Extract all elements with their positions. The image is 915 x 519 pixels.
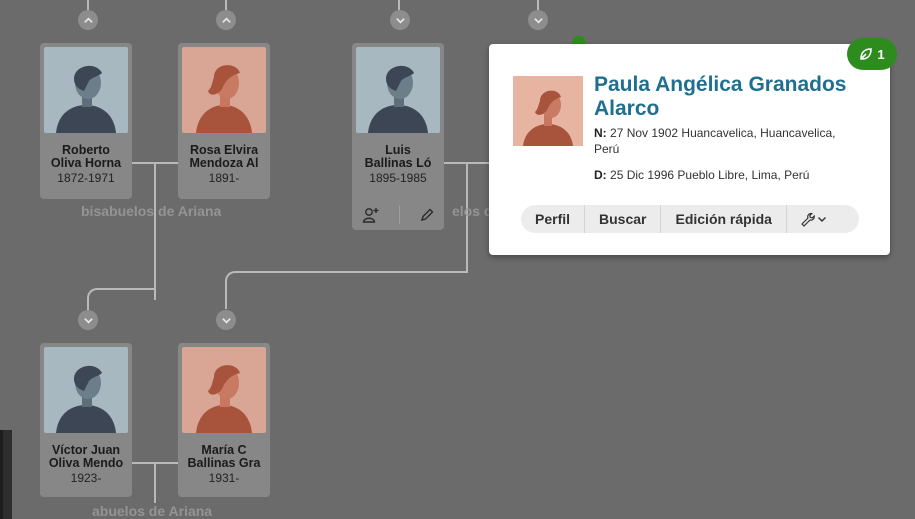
popup-person-name[interactable]: Paula Angélica Granados Alarco xyxy=(594,73,864,121)
hints-count: 1 xyxy=(877,46,885,62)
connector-curve-left-bottom xyxy=(87,288,156,310)
female-avatar-icon xyxy=(182,47,266,133)
chevron-up-icon xyxy=(221,16,231,23)
person-years: 1895-1985 xyxy=(369,171,427,185)
expand-ancestors-victor[interactable] xyxy=(78,310,98,330)
birth-value: 27 Nov 1902 Huancavelica, Huancavelica, … xyxy=(594,126,836,156)
popup-death: D: 25 Dic 1996 Pueblo Libre, Lima, Perú xyxy=(594,168,874,182)
person-name: Luis Ballinas Ló xyxy=(364,143,432,170)
action-divider xyxy=(398,206,400,224)
expand-ancestors-rosa[interactable] xyxy=(216,10,236,30)
person-popup: Paula Angélica Granados Alarco N: 27 Nov… xyxy=(489,44,890,255)
card-actions-luis xyxy=(352,200,444,230)
person-card-maria[interactable]: María C Ballinas Gra 1931- xyxy=(178,343,270,497)
connector-top-4 xyxy=(537,0,539,10)
left-edge-border xyxy=(0,430,3,519)
chevron-down-icon xyxy=(817,217,826,222)
connector-top-3 xyxy=(398,0,400,10)
death-value: 25 Dic 1996 Pueblo Libre, Lima, Perú xyxy=(610,168,810,182)
person-card-victor[interactable]: Víctor Juan Oliva Mendo 1923- xyxy=(40,343,132,497)
chevron-down-icon xyxy=(395,17,405,24)
connector-top-1 xyxy=(87,0,89,10)
quick-edit-button[interactable]: Edición rápida xyxy=(661,205,787,233)
add-person-button[interactable] xyxy=(362,206,380,224)
death-label: D: xyxy=(594,168,607,182)
couple-drop-left xyxy=(154,163,156,231)
chevron-down-icon xyxy=(83,317,93,324)
tools-menu-button[interactable] xyxy=(787,205,839,233)
female-avatar-icon xyxy=(182,347,266,433)
connector-curve-right xyxy=(225,271,468,309)
expand-ancestors-roberto[interactable] xyxy=(78,10,98,30)
pencil-icon xyxy=(420,208,433,222)
person-name: María C Ballinas Gra xyxy=(187,443,261,470)
generation-label-grandparents: abuelos de Ariana xyxy=(92,503,213,519)
add-person-icon xyxy=(362,208,378,223)
person-card-rosa[interactable]: Rosa Elvira Mendoza Al 1891- xyxy=(178,43,270,199)
person-card-luis[interactable]: Luis Ballinas Ló 1895-1985 xyxy=(352,43,444,201)
expand-ancestors-luis[interactable] xyxy=(390,10,410,30)
generation-label-great-grandparents: bisabuelos de Ariana xyxy=(81,203,222,219)
chevron-up-icon xyxy=(83,16,93,23)
expand-ancestors-paula[interactable] xyxy=(528,10,548,30)
leaf-icon xyxy=(860,48,873,60)
birth-label: N: xyxy=(594,126,607,140)
male-avatar-icon xyxy=(44,47,128,133)
connector-top-2 xyxy=(225,0,227,10)
search-button[interactable]: Buscar xyxy=(585,205,662,233)
couple-drop-bottom xyxy=(154,463,156,503)
person-years: 1923- xyxy=(70,471,102,485)
hints-badge[interactable]: 1 xyxy=(847,38,897,70)
chevron-down-icon xyxy=(533,17,543,24)
male-avatar-icon xyxy=(356,47,440,133)
female-avatar-icon xyxy=(513,76,583,146)
edit-person-button[interactable] xyxy=(419,207,435,223)
person-years: 1931- xyxy=(208,471,240,485)
person-years: 1891- xyxy=(208,171,240,185)
male-avatar-icon xyxy=(44,347,128,433)
popup-birth: N: 27 Nov 1902 Huancavelica, Huancavelic… xyxy=(594,125,864,157)
person-name: Rosa Elvira Mendoza Al xyxy=(189,143,259,170)
person-card-roberto[interactable]: Roberto Oliva Horna 1872-1971 xyxy=(40,43,132,199)
expand-ancestors-maria[interactable] xyxy=(216,310,236,330)
popup-button-bar: Perfil Buscar Edición rápida xyxy=(521,205,859,233)
person-years: 1872-1971 xyxy=(57,171,115,185)
person-name: Roberto Oliva Horna xyxy=(50,143,122,170)
wrench-icon xyxy=(801,212,815,227)
person-name: Víctor Juan Oliva Mendo xyxy=(48,443,124,470)
chevron-down-icon xyxy=(221,317,231,324)
profile-button[interactable]: Perfil xyxy=(521,205,586,233)
